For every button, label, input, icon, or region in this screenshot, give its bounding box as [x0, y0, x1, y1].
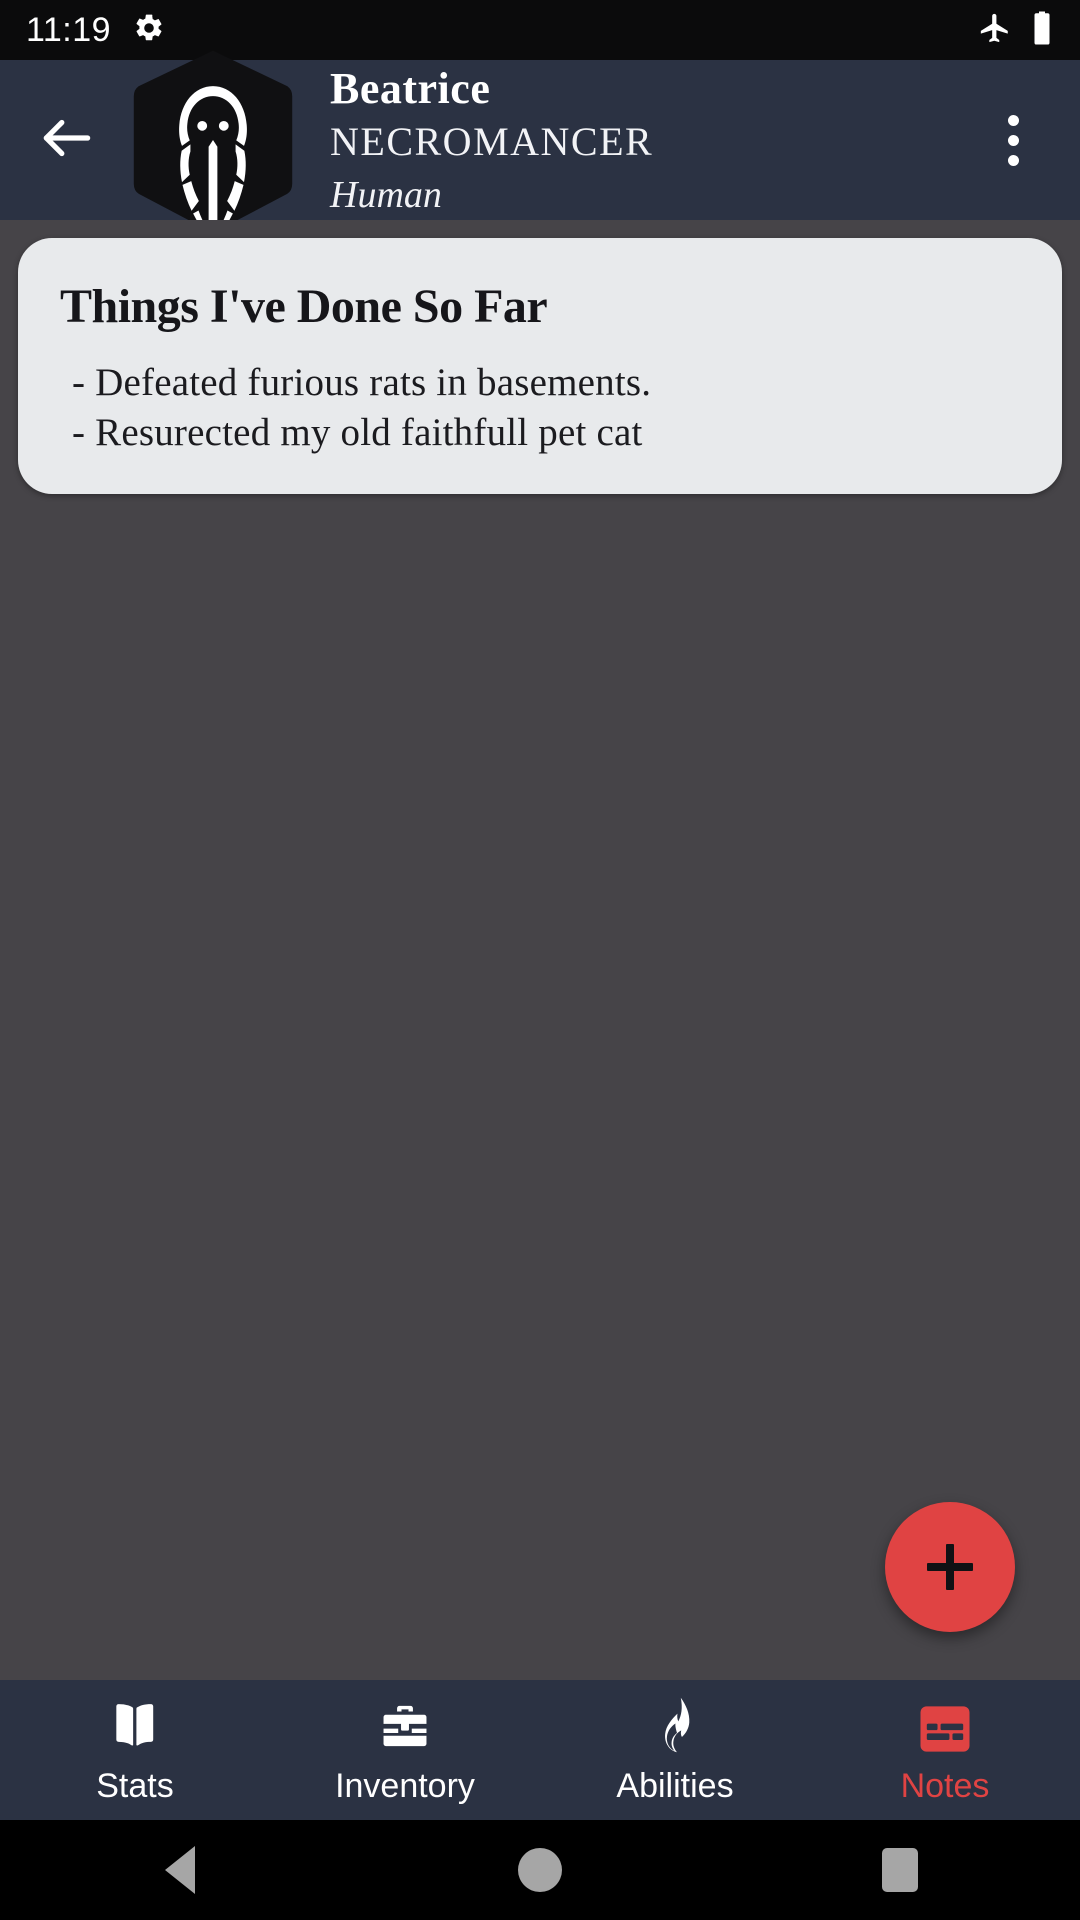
note-card-line: - Defeated furious rats in basements.: [72, 361, 652, 404]
nav-item-inventory[interactable]: Inventory: [270, 1680, 540, 1820]
status-bar-left: 11:19: [26, 11, 165, 50]
hooded-figure-avatar: [133, 50, 293, 231]
overflow-menu-button[interactable]: [976, 97, 1050, 183]
system-back-button[interactable]: [105, 1820, 255, 1920]
nav-label-stats: Stats: [96, 1767, 174, 1805]
nav-label-inventory: Inventory: [335, 1767, 475, 1805]
note-card-title: Things I've Done So Far: [60, 280, 548, 333]
system-recents-button[interactable]: [825, 1820, 975, 1920]
system-home-button[interactable]: [465, 1820, 615, 1920]
open-book-icon: [106, 1696, 164, 1754]
android-system-navigation: [0, 1820, 1080, 1920]
plus-icon-vertical: [946, 1544, 954, 1590]
nav-item-notes[interactable]: Notes: [810, 1680, 1080, 1820]
note-card[interactable]: Things I've Done So Far - Defeated furio…: [18, 238, 1062, 494]
briefcase-icon: [377, 1696, 433, 1754]
bottom-navigation: Stats Inventory Abilities Notes: [0, 1680, 1080, 1820]
add-note-fab[interactable]: [885, 1502, 1015, 1632]
nav-label-notes: Notes: [900, 1767, 990, 1805]
app-bar: Beatrice NECROMANCER Human: [0, 50, 1080, 231]
character-race: Human: [330, 174, 442, 216]
recents-square-icon: [882, 1848, 918, 1892]
status-bar-right: [978, 10, 1054, 51]
avatar[interactable]: [128, 50, 298, 231]
notes-card-icon: [917, 1696, 973, 1754]
character-titles: Beatrice NECROMANCER Human: [330, 62, 1046, 222]
back-button[interactable]: [28, 101, 106, 179]
back-triangle-icon: [165, 1846, 195, 1894]
airplane-mode-icon: [978, 11, 1012, 50]
content-area: Things I've Done So Far - Defeated furio…: [0, 220, 1080, 1680]
nav-item-abilities[interactable]: Abilities: [540, 1680, 810, 1820]
more-vertical-icon: [1007, 114, 1019, 126]
flame-icon: [650, 1696, 700, 1754]
nav-item-stats[interactable]: Stats: [0, 1680, 270, 1820]
status-bar-clock: 11:19: [26, 10, 112, 49]
character-class: NECROMANCER: [330, 119, 654, 164]
nav-label-abilities: Abilities: [616, 1767, 734, 1805]
battery-icon: [1030, 10, 1054, 51]
character-name: Beatrice: [330, 64, 491, 113]
more-vertical-icon-dot: [1007, 134, 1019, 146]
arrow-left-icon: [36, 107, 98, 174]
note-card-line: - Resurected my old faithfull pet cat: [72, 411, 643, 454]
more-vertical-icon-dot: [1007, 154, 1019, 166]
gear-icon: [133, 12, 165, 49]
app-screen: 11:19 Beatrice NECROMANCER Human Things …: [0, 0, 1080, 1920]
home-circle-icon: [518, 1848, 562, 1892]
